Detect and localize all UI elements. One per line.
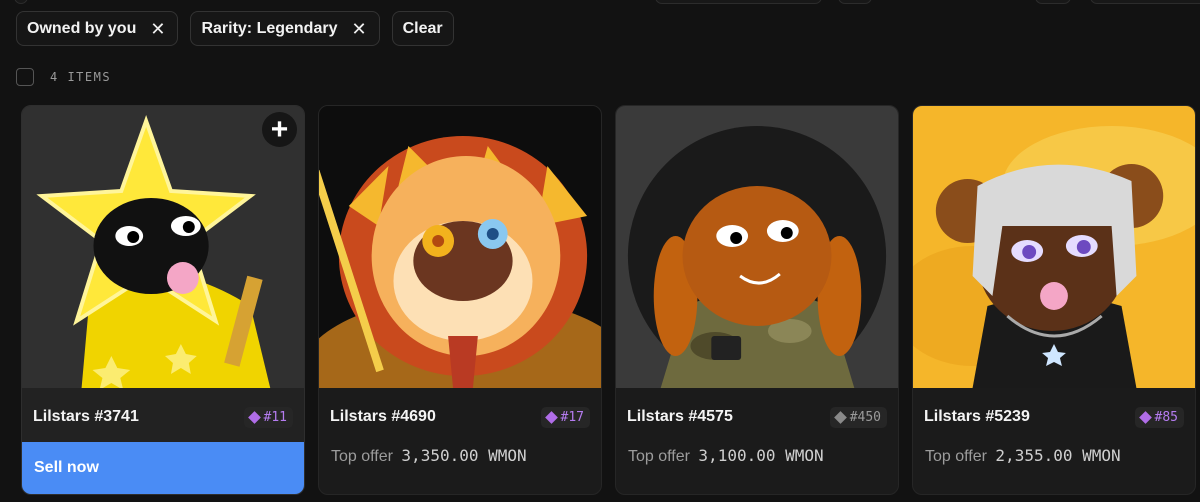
nft-card[interactable]: Lilstars #4690 #17 Top offer 3,350.00 WM… bbox=[318, 105, 602, 495]
diamond-icon bbox=[1138, 410, 1152, 424]
close-icon[interactable]: ✕ bbox=[351, 20, 366, 38]
items-header: 4 ITEMS bbox=[16, 68, 111, 86]
diamond-icon bbox=[247, 410, 261, 424]
nft-name: Lilstars #3741 bbox=[33, 408, 139, 425]
filter-chip-label: Owned by you bbox=[27, 19, 137, 37]
nft-name: Lilstars #4575 bbox=[627, 408, 733, 425]
rarity-rank-badge: #85 bbox=[1134, 406, 1184, 428]
rarity-rank: #450 bbox=[849, 409, 881, 425]
toolbar-control-stub[interactable] bbox=[1035, 0, 1071, 4]
items-grid: + Lilstars #3741 #11 Sell now Lilstars #… bbox=[21, 105, 1196, 495]
clear-filters-button[interactable]: Clear bbox=[391, 11, 454, 46]
top-offer: Top offer 2,355.00 WMON bbox=[913, 446, 1195, 466]
top-offer-label: Top offer bbox=[628, 448, 690, 465]
filter-chip-rarity[interactable]: Rarity: Legendary ✕ bbox=[190, 11, 380, 46]
top-offer-value: 2,355.00 WMON bbox=[995, 446, 1121, 465]
rarity-rank-badge: #450 bbox=[829, 406, 887, 428]
nft-image[interactable] bbox=[913, 106, 1195, 388]
active-filters: Owned by you ✕ Rarity: Legendary ✕ Clear bbox=[16, 11, 454, 46]
toolbar-control-stub[interactable] bbox=[838, 0, 872, 4]
top-offer-label: Top offer bbox=[925, 448, 987, 465]
card-info: Lilstars #5239 #85 bbox=[913, 388, 1195, 446]
items-count: 4 ITEMS bbox=[50, 70, 112, 84]
close-icon[interactable]: ✕ bbox=[150, 20, 165, 38]
nft-name: Lilstars #4690 bbox=[330, 408, 436, 425]
rarity-rank: #17 bbox=[560, 409, 584, 425]
nft-name: Lilstars #5239 bbox=[924, 408, 1030, 425]
top-offer-label: Top offer bbox=[331, 448, 393, 465]
card-info: Lilstars #4575 #450 bbox=[616, 388, 898, 446]
nft-card[interactable]: Lilstars #5239 #85 Top offer 2,355.00 WM… bbox=[912, 105, 1196, 495]
toolbar-control-stub[interactable] bbox=[1090, 0, 1200, 4]
select-all-checkbox[interactable] bbox=[16, 68, 34, 86]
nft-image[interactable] bbox=[616, 106, 898, 388]
rarity-rank-badge: #17 bbox=[540, 406, 590, 428]
top-offer-value: 3,100.00 WMON bbox=[698, 446, 824, 465]
diamond-icon bbox=[833, 410, 847, 424]
toolbar-control-stub[interactable] bbox=[655, 0, 822, 4]
nft-image[interactable]: + bbox=[22, 106, 304, 388]
rarity-rank-badge: #11 bbox=[243, 406, 293, 428]
top-offer: Top offer 3,100.00 WMON bbox=[616, 446, 898, 466]
card-info: Lilstars #4690 #17 bbox=[319, 388, 601, 446]
add-icon[interactable]: + bbox=[262, 112, 297, 147]
nft-card[interactable]: + Lilstars #3741 #11 Sell now bbox=[21, 105, 305, 495]
top-offer: Top offer 3,350.00 WMON bbox=[319, 446, 601, 466]
rarity-rank: #85 bbox=[1154, 409, 1178, 425]
top-offer-value: 3,350.00 WMON bbox=[401, 446, 527, 465]
card-info: Lilstars #3741 #11 bbox=[22, 388, 304, 446]
sell-now-button[interactable]: Sell now bbox=[22, 442, 304, 494]
rarity-rank: #11 bbox=[263, 409, 287, 425]
diamond-icon bbox=[544, 410, 558, 424]
filter-chip-owned[interactable]: Owned by you ✕ bbox=[16, 11, 179, 46]
nft-image[interactable] bbox=[319, 106, 601, 388]
filter-chip-label: Rarity: Legendary bbox=[201, 19, 338, 37]
toolbar-control-stub[interactable] bbox=[14, 0, 28, 4]
nft-card[interactable]: Lilstars #4575 #450 Top offer 3,100.00 W… bbox=[615, 105, 899, 495]
